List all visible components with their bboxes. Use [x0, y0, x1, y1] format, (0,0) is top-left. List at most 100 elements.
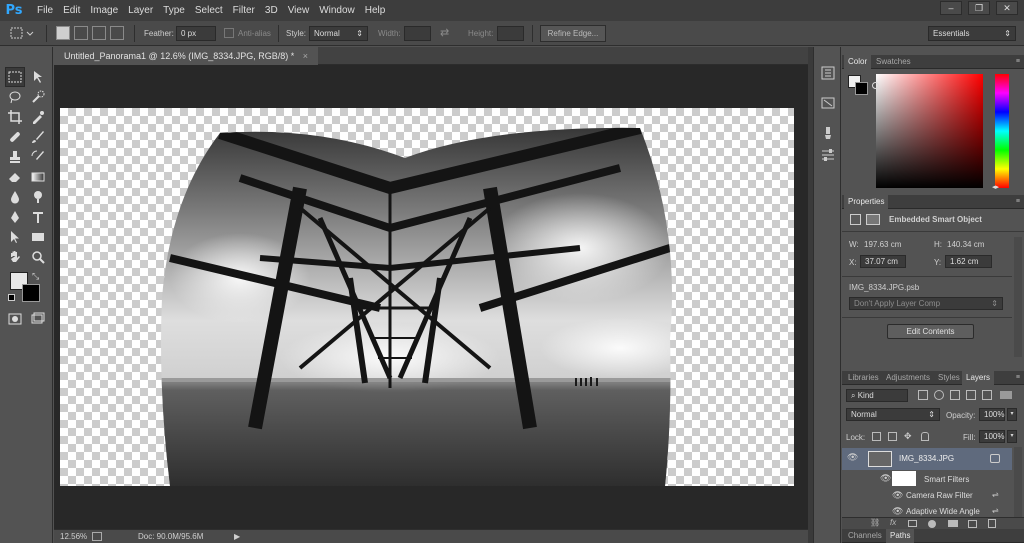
new-layer-icon[interactable] [968, 520, 977, 528]
layer-comp-select[interactable]: Don't Apply Layer Comp ⇕ [849, 297, 1003, 310]
tab-styles[interactable]: Styles [934, 371, 964, 385]
filter-options-icon[interactable]: ⇌ [992, 490, 999, 499]
menu-view[interactable]: View [288, 5, 310, 16]
tab-swatches[interactable]: Swatches [872, 55, 915, 69]
hand-tool-icon[interactable] [5, 247, 25, 267]
feather-input[interactable]: 0 px [176, 26, 216, 41]
eraser-icon[interactable] [5, 167, 25, 187]
swap-icon[interactable]: ⇄ [440, 26, 449, 41]
width-input[interactable] [404, 26, 431, 41]
pen-icon[interactable] [5, 207, 25, 227]
document-tab[interactable]: Untitled_Panorama1 @ 12.6% (IMG_8334.JPG… [54, 47, 319, 65]
status-menu-arrow[interactable]: ▶ [234, 532, 240, 541]
color-picker-ring[interactable] [872, 82, 879, 89]
tab-adjustments[interactable]: Adjustments [882, 371, 934, 385]
layer-row-selected[interactable]: 👁 IMG_8334.JPG [842, 448, 1012, 470]
rectangular-marquee-icon[interactable] [5, 67, 25, 87]
panel-menu-icon[interactable]: ≡ [1016, 58, 1020, 65]
screen-mode-icon[interactable] [28, 309, 48, 329]
layer-row[interactable]: 👁 Camera Raw Filter ⇌ [842, 487, 1012, 503]
new-adjustment-icon[interactable] [928, 520, 936, 528]
fill-dropdown-icon[interactable]: ▾ [1007, 430, 1017, 443]
lasso-icon[interactable] [5, 87, 25, 107]
add-mask-icon[interactable] [908, 520, 917, 527]
gradient-icon[interactable] [28, 167, 48, 187]
filter-options-icon[interactable]: ⇌ [992, 506, 999, 515]
default-colors-icon[interactable] [8, 294, 15, 301]
brush-presets-icon[interactable] [820, 125, 836, 141]
history-icon[interactable] [820, 65, 836, 81]
tab-color[interactable]: Color [844, 55, 872, 69]
adjustments-sliders-icon[interactable] [820, 147, 836, 163]
zoom-level[interactable]: 12.56% [60, 532, 87, 541]
layer-name[interactable]: Smart Filters [924, 475, 969, 484]
panel-menu-icon[interactable]: ≡ [1016, 198, 1020, 205]
tab-channels[interactable]: Channels [844, 529, 886, 543]
lock-transparent-icon[interactable] [872, 432, 881, 441]
navigator-icon[interactable] [820, 95, 836, 111]
panel-menu-icon[interactable]: ≡ [1016, 374, 1020, 381]
tab-properties[interactable]: Properties [844, 195, 889, 209]
eye-icon[interactable]: 👁 [892, 490, 903, 501]
tab-libraries[interactable]: Libraries [844, 371, 883, 385]
menu-filter[interactable]: Filter [233, 5, 255, 16]
close-icon[interactable]: × [303, 51, 308, 61]
menu-layer[interactable]: Layer [128, 5, 153, 16]
swap-colors-icon[interactable]: ⤡ [32, 271, 39, 282]
close-button[interactable]: ✕ [996, 1, 1018, 15]
edit-contents-button[interactable]: Edit Contents [887, 324, 974, 339]
properties-scrollbar[interactable] [1014, 237, 1022, 357]
layer-name[interactable]: Adaptive Wide Angle [906, 507, 980, 516]
layer-row[interactable]: 👁 Smart Filters [842, 470, 1012, 488]
layers-scrollbar[interactable] [1014, 447, 1022, 517]
layer-filter-kind[interactable]: ⌕ Kind [846, 389, 908, 402]
menu-select[interactable]: Select [195, 5, 223, 16]
menu-image[interactable]: Image [90, 5, 118, 16]
eyedropper-icon[interactable] [28, 107, 48, 127]
refine-edge-button[interactable]: Refine Edge... [540, 25, 606, 42]
filter-type-icon[interactable] [950, 390, 960, 400]
brush-icon[interactable] [28, 127, 48, 147]
x-prop-field[interactable]: 37.07 cm [860, 255, 906, 268]
height-input[interactable] [497, 26, 524, 41]
lock-all-icon[interactable] [921, 432, 929, 441]
dodge-icon[interactable] [28, 187, 48, 207]
tab-paths[interactable]: Paths [886, 529, 915, 543]
hue-slider-arrow-icon[interactable]: ◂▸ [992, 183, 999, 191]
filter-smart-object-icon[interactable] [982, 390, 992, 400]
menu-window[interactable]: Window [319, 5, 355, 16]
mask-icon[interactable] [866, 214, 880, 225]
new-group-icon[interactable] [948, 520, 958, 527]
history-brush-icon[interactable] [28, 147, 48, 167]
move-tool-icon[interactable] [28, 67, 48, 87]
blend-mode-select[interactable]: Normal ⇕ [846, 408, 940, 421]
filter-pixel-icon[interactable] [918, 390, 928, 400]
y-prop-field[interactable]: 1.62 cm [945, 255, 992, 268]
canvas-area[interactable] [54, 65, 808, 529]
zoom-tool-icon[interactable] [28, 247, 48, 267]
minimize-button[interactable]: – [940, 1, 962, 15]
restore-button[interactable]: ❐ [968, 1, 990, 15]
subtract-selection-icon[interactable] [92, 26, 106, 40]
fx-icon[interactable]: fx [890, 518, 896, 527]
lock-position-icon[interactable]: ✥ [904, 431, 912, 442]
filter-shape-icon[interactable] [966, 390, 976, 400]
color-background-swatch[interactable] [855, 82, 868, 95]
tab-layers[interactable]: Layers [962, 371, 995, 385]
type-tool-icon[interactable] [28, 207, 48, 227]
layer-name[interactable]: Camera Raw Filter [906, 491, 973, 500]
link-layers-icon[interactable]: ⛓ [870, 518, 880, 527]
document-canvas[interactable] [60, 108, 794, 486]
lock-pixels-icon[interactable] [888, 432, 897, 441]
antialias-checkbox[interactable] [224, 28, 234, 38]
width-prop-value[interactable]: 197.63 cm [864, 240, 901, 249]
menu-3d[interactable]: 3D [265, 5, 278, 16]
color-field[interactable] [876, 74, 983, 188]
eye-icon[interactable]: 👁 [880, 473, 891, 484]
add-selection-icon[interactable] [74, 26, 88, 40]
workspace-select[interactable]: Essentials ⇕ [928, 26, 1016, 41]
path-selection-icon[interactable] [5, 227, 25, 247]
height-prop-value[interactable]: 140.34 cm [947, 240, 984, 249]
hue-slider[interactable] [995, 74, 1009, 188]
healing-brush-icon[interactable] [5, 127, 25, 147]
